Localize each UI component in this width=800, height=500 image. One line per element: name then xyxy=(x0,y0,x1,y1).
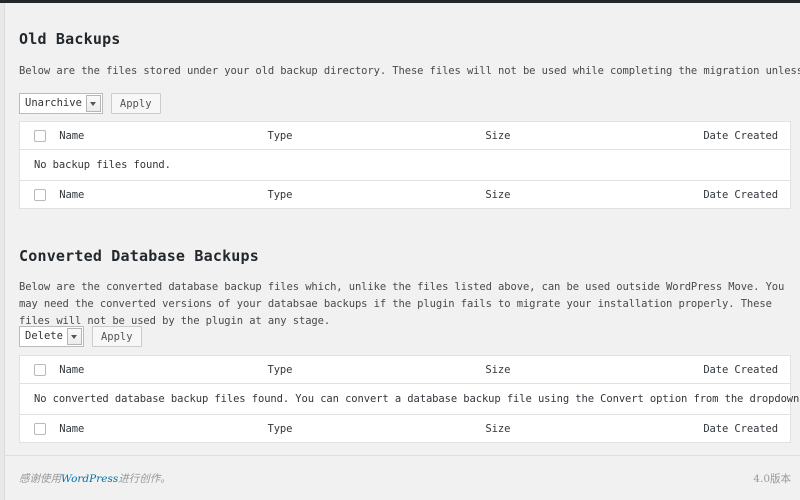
converted-database-backups-table: Name Type Size Date Created No converted… xyxy=(19,355,791,443)
column-footer-type[interactable]: Type xyxy=(267,423,485,435)
bulk-action-select-old-backups[interactable]: Unarchive xyxy=(19,93,103,114)
column-header-date-created[interactable]: Date Created xyxy=(703,130,790,142)
select-all-footer-cell xyxy=(20,189,59,201)
column-header-date-created[interactable]: Date Created xyxy=(703,364,790,376)
select-all-checkbox-footer[interactable] xyxy=(34,189,46,201)
column-footer-name[interactable]: Name xyxy=(59,423,267,435)
chevron-down-icon[interactable] xyxy=(86,95,101,112)
wordpress-link[interactable]: WordPress xyxy=(61,473,118,485)
empty-state-message: No backup files found. xyxy=(20,159,171,171)
column-header-type[interactable]: Type xyxy=(267,364,485,376)
apply-button-old-backups[interactable]: Apply xyxy=(111,93,161,114)
select-all-checkbox[interactable] xyxy=(34,130,46,142)
apply-button-converted-backups[interactable]: Apply xyxy=(92,326,142,347)
column-footer-name[interactable]: Name xyxy=(59,189,267,201)
select-all-cell xyxy=(20,364,59,376)
footer-thanks: 感谢使用WordPress进行创作。 xyxy=(19,471,171,486)
bulk-action-select-converted-backups[interactable]: Delete xyxy=(19,326,84,347)
admin-footer: 感谢使用WordPress进行创作。 4.0版本 xyxy=(19,471,791,486)
bulk-action-select-converted-backups-value: Delete xyxy=(20,327,67,346)
select-all-cell xyxy=(20,130,59,142)
footer-thanks-suffix: 进行创作。 xyxy=(118,473,171,485)
column-footer-size[interactable]: Size xyxy=(485,423,703,435)
page-content: Old Backups Below are the files stored u… xyxy=(5,3,800,500)
column-footer-date-created[interactable]: Date Created xyxy=(703,423,790,435)
wordpress-version: 4.0版本 xyxy=(753,471,791,486)
page-title-converted-database-backups: Converted Database Backups xyxy=(19,247,259,265)
column-footer-size[interactable]: Size xyxy=(485,189,703,201)
select-all-checkbox[interactable] xyxy=(34,364,46,376)
column-header-size[interactable]: Size xyxy=(485,130,703,142)
old-backups-table: Name Type Size Date Created No backup fi… xyxy=(19,121,791,209)
description-old-backups: Below are the files stored under your ol… xyxy=(19,63,800,80)
footer-thanks-prefix: 感谢使用 xyxy=(19,473,61,485)
table-header-row: Name Type Size Date Created xyxy=(20,356,790,384)
column-header-name[interactable]: Name xyxy=(59,364,267,376)
empty-state-message: No converted database backup files found… xyxy=(20,393,800,405)
select-all-checkbox-footer[interactable] xyxy=(34,423,46,435)
empty-state-row: No backup files found. xyxy=(20,150,790,180)
select-all-footer-cell xyxy=(20,423,59,435)
table-header-row: Name Type Size Date Created xyxy=(20,122,790,150)
chevron-down-icon[interactable] xyxy=(67,328,82,345)
page-title-old-backups: Old Backups xyxy=(19,30,121,48)
description-converted-database-backups: Below are the converted database backup … xyxy=(19,279,789,330)
footer-divider xyxy=(5,455,800,456)
column-header-size[interactable]: Size xyxy=(485,364,703,376)
table-footer-row: Name Type Size Date Created xyxy=(20,180,790,208)
bulk-action-select-old-backups-value: Unarchive xyxy=(20,94,86,113)
table-footer-row: Name Type Size Date Created xyxy=(20,414,790,442)
bulk-actions-converted-backups: Delete Apply xyxy=(19,326,142,347)
bulk-actions-old-backups: Unarchive Apply xyxy=(19,93,161,114)
column-footer-type[interactable]: Type xyxy=(267,189,485,201)
column-footer-date-created[interactable]: Date Created xyxy=(703,189,790,201)
empty-state-row: No converted database backup files found… xyxy=(20,384,790,414)
column-header-name[interactable]: Name xyxy=(59,130,267,142)
column-header-type[interactable]: Type xyxy=(267,130,485,142)
